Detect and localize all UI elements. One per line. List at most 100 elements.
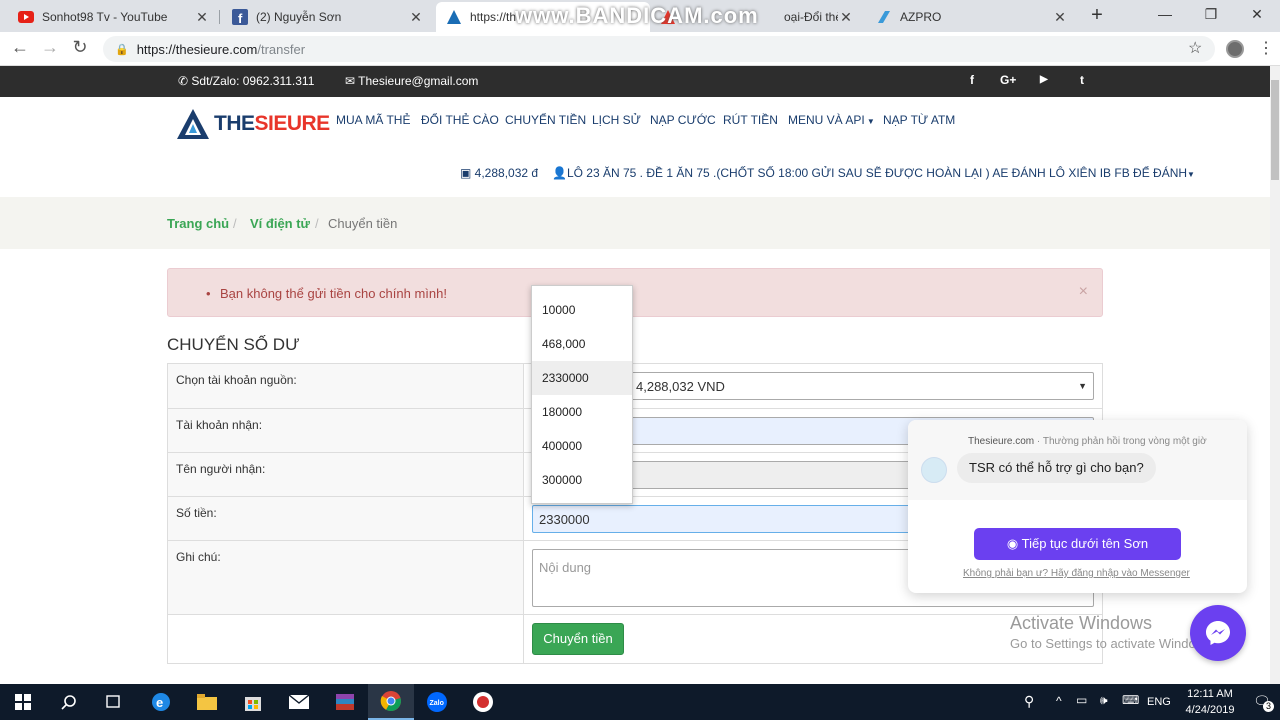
tab-title: Sonhot98 Tv - YouTube [42,10,168,24]
tab-facebook[interactable]: f (2) Nguyễn Sơn ✕ [222,2,434,32]
search-icon[interactable] [46,684,92,720]
bandicam-record-icon[interactable] [460,684,506,720]
task-view-icon[interactable] [90,684,136,720]
notification-count-badge: 3 [1263,701,1274,712]
scrollbar-thumb[interactable] [1271,80,1279,180]
breadcrumb-home[interactable]: Trang chủ [167,216,229,231]
thesieure-icon [446,9,462,25]
site-contact-bar: ✆ Sdt/Zalo: 0962.311.311 ✉ Thesieure@gma… [0,66,1270,97]
contact-email: ✉ Thesieure@gmail.com [345,74,479,88]
address-bar[interactable]: 🔒 https://thesieure.com /transfer [103,36,1215,62]
caret-down-icon: ▼ [1187,170,1195,179]
google-plus-icon[interactable]: G+ [1000,73,1016,87]
winrar-icon[interactable] [322,684,368,720]
forward-icon[interactable]: → [38,37,62,58]
not-you-link[interactable]: Không phải bạn ư? Hãy đăng nhập vào Mess… [963,568,1190,579]
new-tab-button[interactable]: + [1085,4,1109,27]
wallet-balance[interactable]: ▣ 4,288,032 đ [460,166,538,180]
suggestion-option-highlighted[interactable]: 2330000 [532,361,632,395]
mail-icon[interactable] [276,684,322,720]
tab-title: (2) Nguyễn Sơn [256,10,342,24]
back-icon[interactable]: ← [8,37,32,58]
nav-mua-ma-the[interactable]: MUA MÃ THẺ [336,113,410,127]
profile-avatar[interactable] [1226,40,1244,58]
windows-taskbar: e Zalo ⚲ ^ ▭ 🕪 ⌨ ENG 12:11 AM 4/24/2019 … [0,684,1280,720]
label-receiver-name: Tên người nhận: [168,453,524,496]
envelope-icon: ✉ [345,74,359,88]
nav-nap-cuoc[interactable]: NẠP CƯỚC [650,113,716,127]
user-notice-menu[interactable]: 👤LÔ 23 ĂN 75 . ĐỀ 1 ĂN 75 .(CHỐT SỐ 18:0… [552,166,1195,180]
tab-close-icon[interactable]: ✕ [838,9,854,26]
url-path: /transfer [257,41,306,57]
label-amount: Số tiền: [168,497,524,540]
svg-text:f: f [238,11,243,25]
tab-title: AZPRO [900,10,942,24]
logo-mark-icon [177,109,209,139]
people-icon[interactable]: ⚲ [1024,693,1034,710]
site-logo[interactable]: THE SIEURE [176,107,330,141]
user-icon: 👤 [552,166,567,180]
row-submit: Chuyển tiền [168,615,1102,663]
nav-doi-the-cao[interactable]: ĐỔI THẺ CÀO [421,113,499,127]
zalo-icon[interactable]: Zalo [414,684,460,720]
lock-icon: 🔒 [115,43,129,56]
twitter-icon[interactable]: t [1080,73,1084,87]
volume-icon[interactable]: 🕪 [1100,693,1108,708]
breadcrumb: Trang chủ / Ví điện tử / Chuyển tiền [0,197,1270,249]
tab-youtube[interactable]: Sonhot98 Tv - YouTube ✕ [8,2,220,32]
suggestion-option[interactable]: 10000 [532,293,632,327]
facebook-icon: f [232,9,248,25]
youtube-icon[interactable]: ▶ [1040,74,1048,85]
ime-icon[interactable]: ⌨ [1122,693,1139,707]
form-title: CHUYỂN SỐ DƯ [167,335,300,354]
reload-icon[interactable]: ↻ [68,37,92,58]
suggestion-option[interactable]: 400000 [532,429,632,463]
continue-as-button[interactable]: ◉ Tiếp tục dưới tên Sơn [974,528,1181,560]
messenger-launcher-button[interactable] [1190,605,1246,661]
messenger-icon: ◉ [1006,536,1022,551]
breadcrumb-wallet[interactable]: Ví điện tử [250,216,310,231]
svg-text:e: e [156,695,163,710]
suggestion-option[interactable]: 180000 [532,395,632,429]
facebook-icon[interactable]: f [970,73,974,87]
browser-toolbar: ← → ↻ 🔒 https://thesieure.com /transfer … [0,32,1280,66]
recording-watermark: www.BANDICAM.com [515,3,759,28]
browser-menu-icon[interactable]: ⋮ [1258,38,1274,58]
show-hidden-icons-chevron-icon[interactable]: ^ [1056,694,1062,708]
tab-close-icon[interactable]: ✕ [1052,9,1068,26]
tab-close-icon[interactable]: ✕ [408,9,424,26]
money-icon: ▣ [460,166,475,180]
bookmark-star-icon[interactable]: ☆ [1188,38,1202,58]
caret-down-icon: ▼ [864,117,875,126]
clock-time[interactable]: 12:11 AM [1182,688,1238,700]
restore-icon[interactable]: ❐ [1188,0,1234,32]
alert-close-icon[interactable]: × [1079,283,1088,301]
chat-source: Thesieure.com · Thường phản hồi trong vò… [968,436,1207,447]
label-note: Ghi chú: [168,541,524,614]
chrome-icon[interactable] [368,684,414,720]
close-window-icon[interactable]: ✕ [1234,0,1280,32]
file-explorer-icon[interactable] [184,684,230,720]
nav-menu-api[interactable]: MENU VÀ API ▼ [788,113,875,127]
nav-chuyen-tien[interactable]: CHUYỂN TIỀN [505,113,586,127]
contact-phone: ✆ Sdt/Zalo: 0962.311.311 [178,74,315,88]
nav-nap-tu-atm[interactable]: NẠP TỪ ATM [883,113,955,127]
minimize-icon[interactable]: — [1142,0,1188,32]
network-icon[interactable]: ▭ [1076,693,1087,707]
edge-icon[interactable]: e [138,684,184,720]
svg-text:Zalo: Zalo [430,700,444,707]
windows-start-icon[interactable] [0,684,46,720]
transfer-submit-button[interactable]: Chuyển tiền [532,623,624,655]
suggestion-option[interactable]: 468,000 [532,327,632,361]
nav-lich-su[interactable]: LỊCH SỬ [592,113,641,127]
alert-message: Bạn không thể gửi tiền cho chính mình! [220,286,447,301]
label-source-account: Chọn tài khoản nguồn: [168,364,524,408]
amount-suggestions-dropdown: 10000 468,000 2330000 180000 400000 3000… [531,285,633,504]
nav-rut-tien[interactable]: RÚT TIỀN [723,113,778,127]
suggestion-option[interactable]: 300000 [532,463,632,497]
store-icon[interactable] [230,684,276,720]
clock-date[interactable]: 4/24/2019 [1182,704,1238,716]
tab-azpro[interactable]: AZPRO ✕ [866,2,1078,32]
language-indicator[interactable]: ENG [1147,696,1171,708]
tab-close-icon[interactable]: ✕ [194,9,210,26]
